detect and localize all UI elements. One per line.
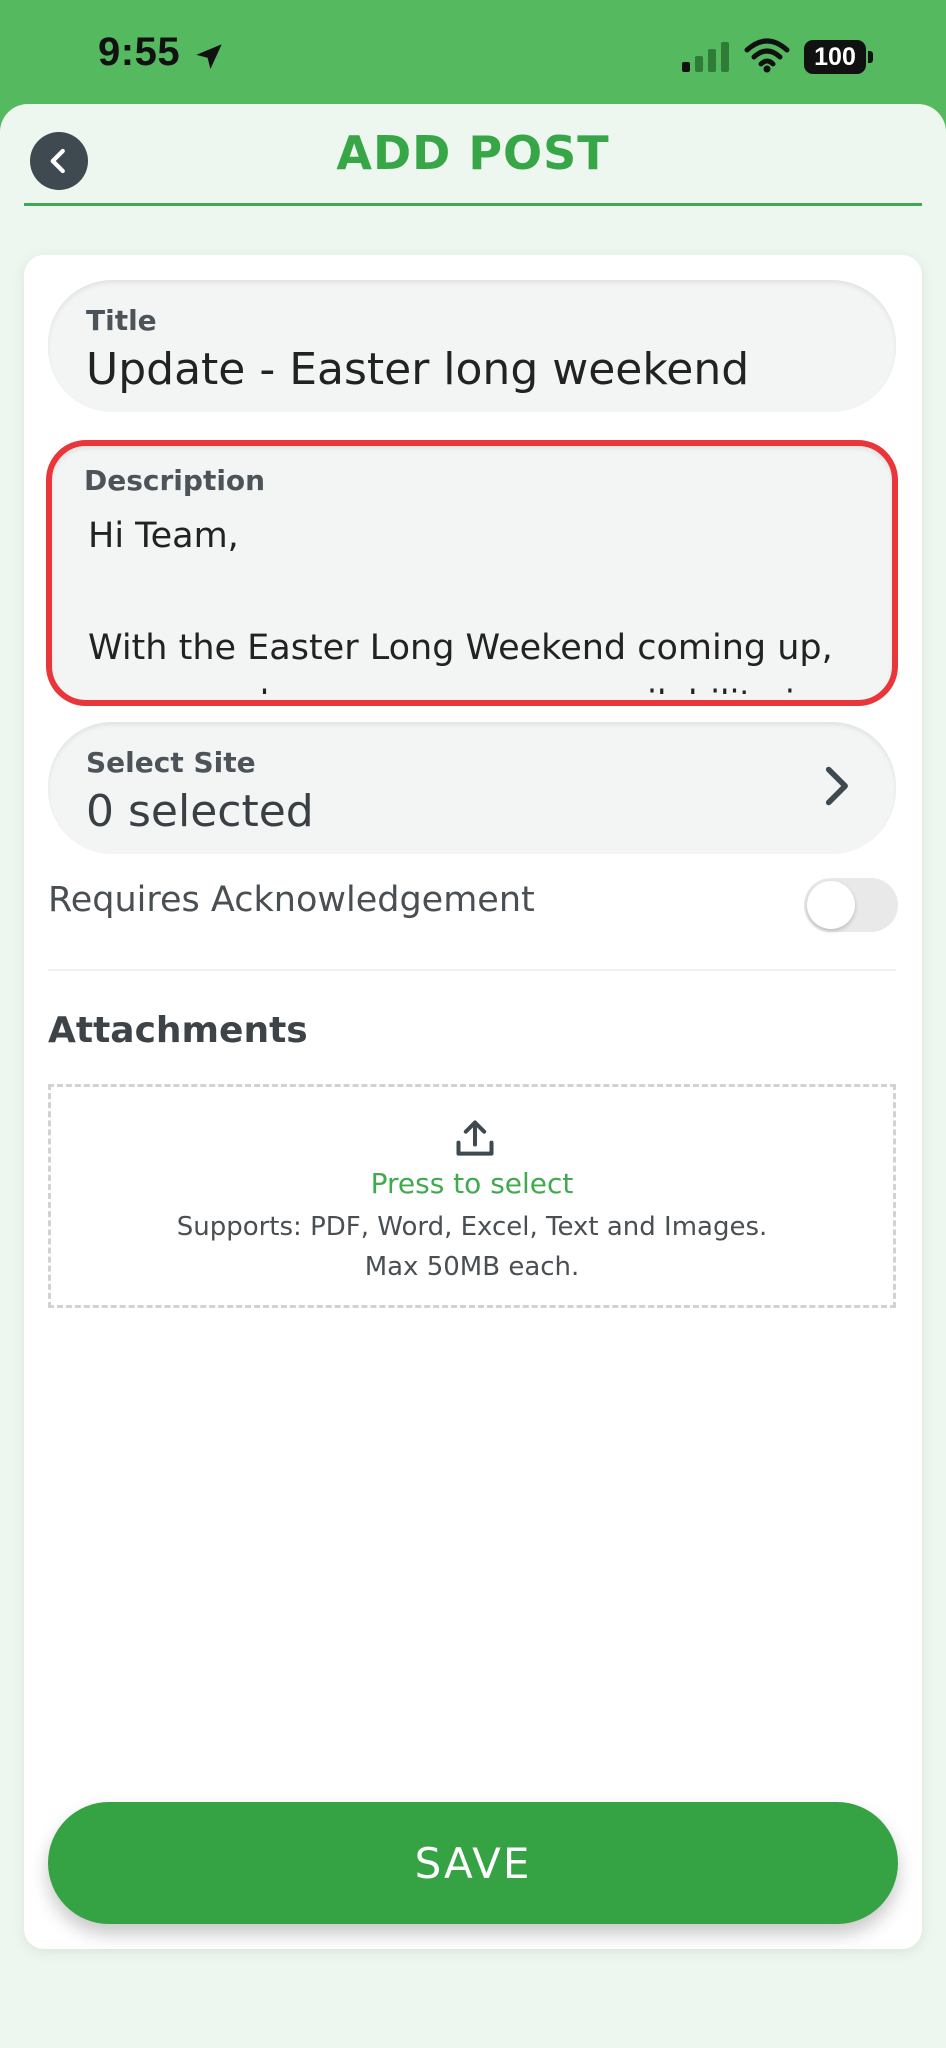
page-title: ADD POST <box>336 126 610 180</box>
description-line: Hi Team, <box>88 516 239 556</box>
select-site-value: 0 selected <box>86 786 314 837</box>
section-divider <box>48 969 896 971</box>
description-line: can you please ensure your availability … <box>88 676 872 694</box>
description-textarea[interactable]: Hi Team, With the Easter Long Weekend co… <box>88 508 872 694</box>
press-to-select-text: Press to select <box>370 1167 574 1200</box>
battery-icon: 100 <box>804 40 866 74</box>
requires-acknowledgement-label: Requires Acknowledgement <box>48 880 535 920</box>
title-field[interactable]: Title Update - Easter long weekend <box>48 280 896 412</box>
title-input[interactable]: Update - Easter long weekend <box>86 344 749 395</box>
save-button[interactable]: SAVE <box>48 1802 898 1924</box>
wifi-icon <box>744 38 790 73</box>
cellular-signal-icon <box>682 42 729 72</box>
select-site-label: Select Site <box>86 746 256 779</box>
battery-level: 100 <box>814 42 856 71</box>
header-divider <box>24 203 922 206</box>
chevron-right-icon <box>825 766 848 806</box>
location-arrow-icon <box>196 44 222 70</box>
supported-formats-text: Supports: PDF, Word, Excel, Text and Ima… <box>51 1207 893 1287</box>
title-field-label: Title <box>86 304 157 337</box>
acknowledgement-toggle[interactable] <box>804 878 898 932</box>
attachment-dropzone[interactable]: Press to select Supports: PDF, Word, Exc… <box>48 1084 896 1308</box>
status-bar: 9:55 100 <box>0 0 946 104</box>
battery-cap <box>868 51 873 63</box>
toggle-knob <box>807 881 855 929</box>
description-field[interactable]: Description Hi Team, With the Easter Lon… <box>46 440 898 706</box>
select-site-field[interactable]: Select Site 0 selected <box>48 722 896 854</box>
attachments-heading: Attachments <box>48 1010 308 1051</box>
status-time: 9:55 <box>98 30 181 74</box>
description-line: With the Easter Long Weekend coming up, <box>88 628 833 668</box>
supported-formats-line: Supports: PDF, Word, Excel, Text and Ima… <box>176 1212 768 1242</box>
description-line <box>88 564 872 620</box>
description-field-label: Description <box>84 464 266 497</box>
max-size-line: Max 50MB each. <box>364 1252 580 1282</box>
upload-icon <box>456 1120 494 1156</box>
